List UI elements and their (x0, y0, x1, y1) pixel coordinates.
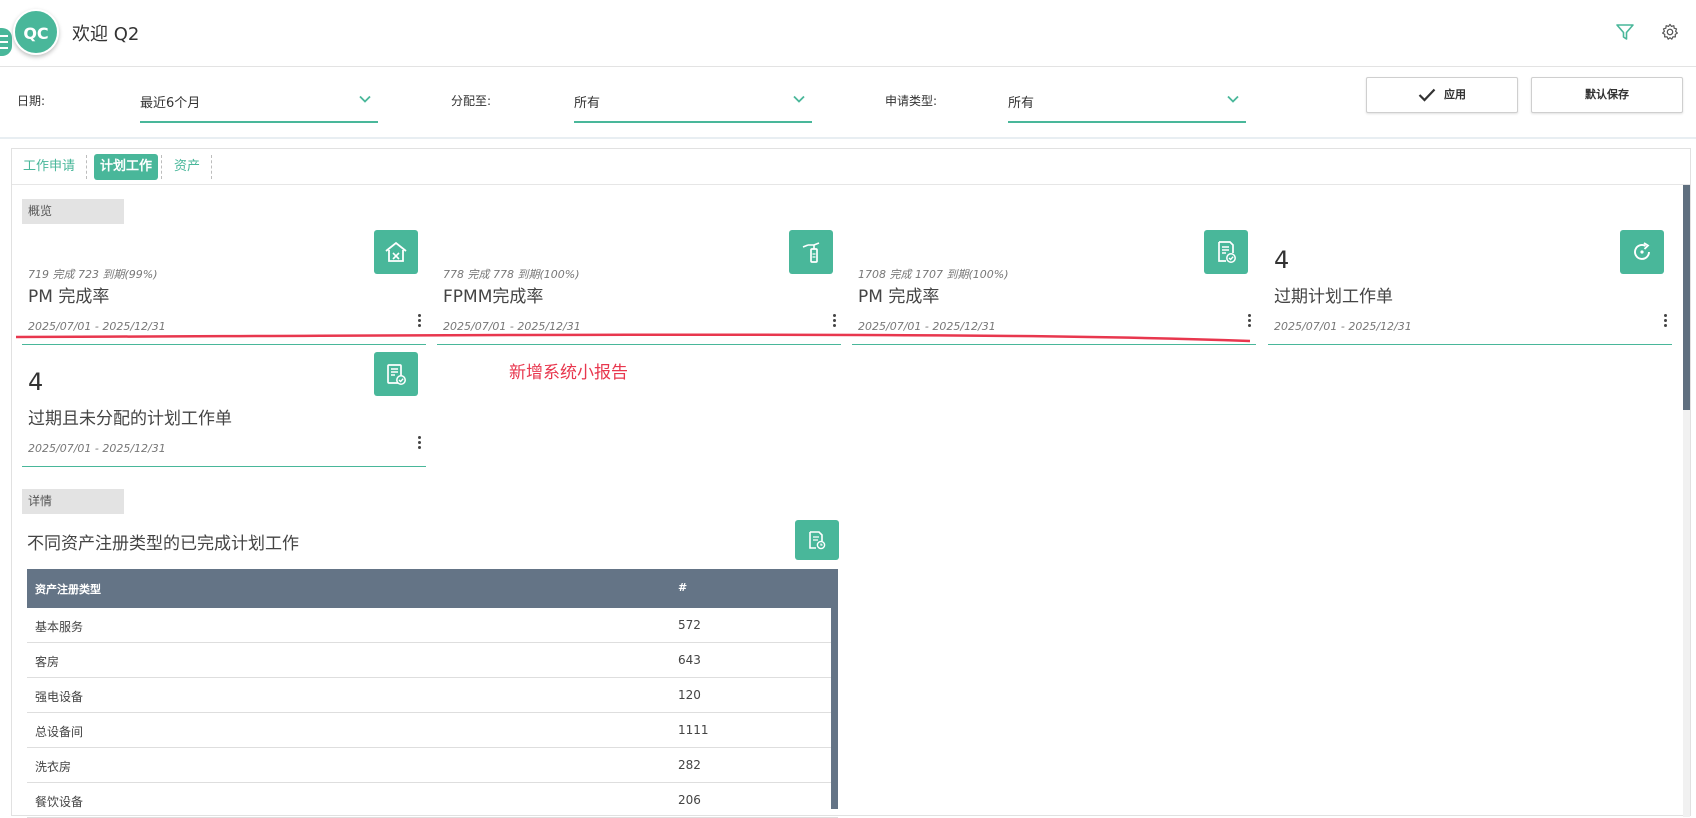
gear-icon[interactable] (1661, 23, 1679, 41)
chevron-down-icon (359, 95, 371, 103)
date-filter-label: 日期: (17, 94, 46, 108)
cell-asset-type: 总设备间 (35, 725, 84, 739)
card-count: 4 (1274, 246, 1290, 274)
cell-count: 572 (678, 618, 701, 632)
more-options-icon[interactable] (1662, 314, 1668, 330)
card-icon-button (1204, 230, 1248, 274)
assign-select-value: 所有 (574, 96, 601, 111)
clipboard-check-icon (387, 364, 406, 385)
card-title: PM 完成率 (28, 287, 110, 307)
column-header-count[interactable]: # (678, 581, 687, 594)
table-row[interactable]: 洗衣房 282 (27, 748, 838, 783)
cell-asset-type: 客房 (35, 655, 60, 669)
cell-asset-type: 基本服务 (35, 620, 84, 634)
card-title: FPMM完成率 (443, 287, 544, 307)
checkmark-icon (1418, 88, 1436, 102)
card-icon-button (374, 230, 418, 274)
tab-divider (161, 155, 162, 179)
more-options-icon[interactable] (1246, 314, 1252, 330)
card-icon-button (1620, 230, 1664, 274)
panel-scrollbar[interactable] (1683, 185, 1690, 817)
table-row[interactable]: 基本服务 572 (27, 608, 838, 643)
card-title: 过期计划工作单 (1274, 287, 1393, 307)
overview-section-label: 概览 (22, 199, 124, 224)
avatar[interactable]: QC (13, 9, 59, 55)
document-check-icon (1218, 241, 1236, 263)
table-scrollbar[interactable] (831, 569, 838, 809)
card-summary: 1708 完成 1707 到期(100%) (858, 268, 1009, 281)
welcome-text: 欢迎 Q2 (72, 24, 140, 45)
request-type-select[interactable]: 所有 (1008, 87, 1246, 123)
cell-asset-type: 洗衣房 (35, 760, 72, 774)
cell-count: 1111 (678, 723, 709, 737)
assign-filter-label: 分配至: (451, 94, 492, 108)
card-summary: 719 完成 723 到期(99%) (28, 268, 158, 281)
tab-divider (86, 155, 87, 179)
request-type-select-value: 所有 (1008, 96, 1035, 111)
table-row[interactable]: 客房 643 (27, 643, 838, 678)
details-icon-button[interactable] (795, 520, 839, 560)
asset-type-table: 资产注册类型 # 基本服务 572 客房 643 强电设备 120 总设备间 1… (27, 569, 838, 818)
card-title: PM 完成率 (858, 287, 940, 307)
more-options-icon[interactable] (416, 436, 422, 452)
column-header-asset-type[interactable]: 资产注册类型 (35, 581, 101, 597)
request-type-filter-label: 申请类型: (885, 94, 938, 108)
cell-count: 282 (678, 758, 701, 772)
tab-assets[interactable]: 资产 (168, 154, 206, 180)
chevron-down-icon (1227, 95, 1239, 103)
filter-bar: 日期: 最近6个月 分配至: 所有 申请类型: 所有 应用 默认保存 (0, 67, 1696, 139)
pm-completion-card-2[interactable]: 1708 完成 1707 到期(100%) PM 完成率 2025/07/01 … (852, 230, 1256, 345)
card-title: 过期且未分配的计划工作单 (28, 409, 232, 429)
card-icon-button (789, 230, 833, 274)
filter-icon[interactable] (1615, 22, 1635, 42)
chevron-down-icon (793, 95, 805, 103)
card-date-range: 2025/07/01 - 2025/12/31 (1274, 320, 1412, 333)
overdue-work-orders-card[interactable]: 4 过期计划工作单 2025/07/01 - 2025/12/31 (1268, 230, 1672, 345)
assign-select[interactable]: 所有 (574, 87, 812, 123)
card-date-range: 2025/07/01 - 2025/12/31 (28, 442, 166, 455)
table-row[interactable]: 餐饮设备 206 (27, 783, 838, 818)
overdue-unassigned-card[interactable]: 4 过期且未分配的计划工作单 2025/07/01 - 2025/12/31 (22, 352, 426, 467)
tab-work-requests[interactable]: 工作申请 (17, 154, 81, 180)
cell-count: 120 (678, 688, 701, 702)
pm-completion-card[interactable]: 719 完成 723 到期(99%) PM 完成率 2025/07/01 - 2… (22, 230, 426, 345)
save-default-button[interactable]: 默认保存 (1531, 77, 1683, 113)
card-count: 4 (28, 368, 44, 396)
table-header: 资产注册类型 # (27, 569, 838, 608)
cell-count: 206 (678, 793, 701, 807)
card-summary: 778 完成 778 到期(100%) (443, 268, 580, 281)
annotation-underline (15, 333, 1251, 343)
details-title: 不同资产注册类型的已完成计划工作 (27, 534, 299, 554)
house-tools-icon (385, 241, 407, 262)
cell-asset-type: 强电设备 (35, 690, 84, 704)
annotation-text: 新增系统小报告 (509, 363, 628, 383)
more-options-icon[interactable] (416, 314, 422, 330)
table-row[interactable]: 强电设备 120 (27, 678, 838, 713)
menu-toggle-button[interactable] (0, 28, 12, 56)
tab-planned-work[interactable]: 计划工作 (94, 154, 159, 180)
refresh-icon (1634, 242, 1650, 260)
report-icon (809, 531, 826, 550)
fire-extinguisher-icon (802, 242, 820, 263)
apply-button[interactable]: 应用 (1366, 77, 1518, 113)
date-select-value: 最近6个月 (140, 96, 201, 111)
app-header: QC 欢迎 Q2 (0, 0, 1696, 67)
cell-count: 643 (678, 653, 701, 667)
date-select[interactable]: 最近6个月 (140, 87, 378, 123)
scrollbar-thumb[interactable] (1683, 185, 1690, 410)
hamburger-icon (0, 35, 8, 49)
tab-bar: 工作申请 计划工作 资产 (12, 149, 1690, 185)
table-row[interactable]: 总设备间 1111 (27, 713, 838, 748)
details-section-label: 详情 (22, 489, 124, 514)
card-icon-button (374, 352, 418, 396)
fpmm-completion-card[interactable]: 778 完成 778 到期(100%) FPMM完成率 2025/07/01 -… (437, 230, 841, 345)
more-options-icon[interactable] (831, 314, 837, 330)
cell-asset-type: 餐饮设备 (35, 795, 84, 809)
tab-divider (211, 155, 212, 179)
apply-button-label: 应用 (1444, 88, 1466, 101)
